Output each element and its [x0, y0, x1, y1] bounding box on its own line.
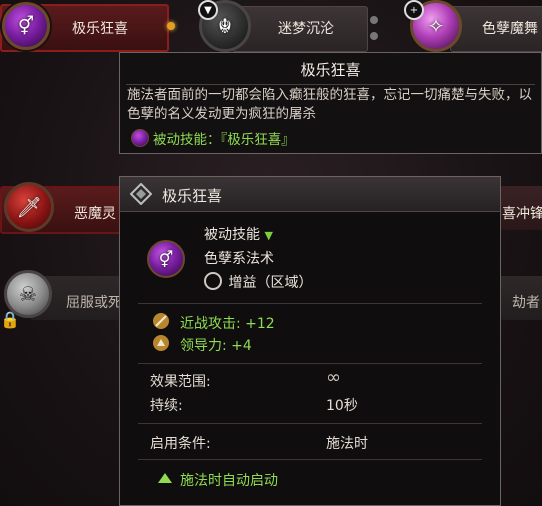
skill-type: 被动技能	[204, 227, 260, 243]
divider	[126, 84, 535, 85]
ecstasy-skill-icon[interactable]: ⚥	[2, 2, 50, 50]
skill-effect: 增益（区域）	[228, 275, 313, 291]
divider	[138, 303, 482, 304]
skill-lore: 色孽系法术	[204, 251, 274, 267]
range-value: ∞	[326, 367, 341, 388]
skill-label-plunderer: 劫者	[512, 295, 540, 311]
skill-type-line: 被动技能 ▼	[204, 224, 273, 244]
skill-effect-line: 增益（区域）	[204, 272, 312, 292]
skill-summary-tooltip: 极乐狂喜 施法者面前的一切都会陷入癫狂般的狂喜，忘记一切痛楚与失败，以色孽的名义…	[119, 52, 542, 154]
skill-description: 施法者面前的一切都会陷入癫狂般的狂喜，忘记一切痛楚与失败，以色孽的名义发动更为疯…	[127, 87, 532, 122]
buff-icon	[204, 272, 222, 290]
diamond-icon	[130, 183, 152, 205]
range-label: 效果范围:	[150, 374, 211, 390]
skill-label-joyful-charge: 喜冲锋	[502, 206, 542, 222]
stat-leadership: 领导力: +4	[180, 338, 252, 354]
activation-value: 施法时	[326, 436, 368, 452]
divider	[138, 459, 482, 460]
skill-label-daemonic-dreams: 迷梦沉沦	[278, 21, 334, 37]
duration-label: 持续:	[150, 398, 183, 414]
tooltip-title: 极乐狂喜	[300, 61, 361, 79]
tooltip-header: 极乐狂喜	[120, 177, 500, 212]
divider	[138, 423, 482, 424]
leadership-icon	[153, 335, 169, 351]
ecstasy-spell-icon: ⚥	[147, 240, 185, 278]
up-triangle-icon	[158, 473, 172, 483]
skill-label-ecstasy: 极乐狂喜	[72, 21, 128, 37]
skill-label-submit-or-die: 屈服或死	[66, 295, 122, 311]
slaanesh-symbol-icon: ⚥	[17, 15, 35, 37]
daemon-spirit-skill-icon[interactable]: 🗡	[4, 182, 54, 232]
lock-icon: 🔒	[0, 310, 20, 329]
slaanesh-symbol-icon: ⚥	[158, 249, 174, 269]
skill-label-slaanesh-dance: 色孽魔舞	[482, 21, 538, 37]
sword-icon: 🗡	[16, 195, 42, 219]
active-indicator-dot	[167, 22, 175, 30]
inactive-indicator-dot	[370, 32, 378, 40]
green-arrow-icon: ▼	[264, 229, 273, 242]
skull-icon: ☠	[19, 282, 37, 306]
active-badge-icon: ▼	[198, 0, 218, 20]
add-badge-icon: +	[404, 0, 424, 20]
stat-melee-attack: 近战攻击: +12	[180, 316, 275, 332]
divider	[138, 363, 482, 364]
duration-value: 10秒	[326, 398, 358, 414]
skill-detail-tooltip: 极乐狂喜 ⚥ 被动技能 ▼ 色孽系法术 增益（区域） 近战攻击: +12 领导力…	[119, 176, 501, 506]
activation-label: 启用条件:	[150, 436, 211, 452]
tooltip-detail-title: 极乐狂喜	[162, 187, 223, 205]
skill-label-daemon-spirit: 恶魔灵	[74, 206, 116, 222]
inactive-indicator-dot	[370, 16, 378, 24]
game-screen: ⚥ 极乐狂喜 ☬ ▼ 迷梦沉沦 ✧ + 色孽魔舞 🗡 恶魔灵 喜冲锋 ☠ 🔒 屈…	[0, 0, 542, 506]
melee-attack-icon	[153, 313, 169, 329]
auto-cast-line: 施法时自动启动	[180, 473, 278, 489]
passive-skill-line: 被动技能：『极乐狂喜』	[153, 132, 295, 148]
passive-skill-icon	[131, 129, 149, 147]
